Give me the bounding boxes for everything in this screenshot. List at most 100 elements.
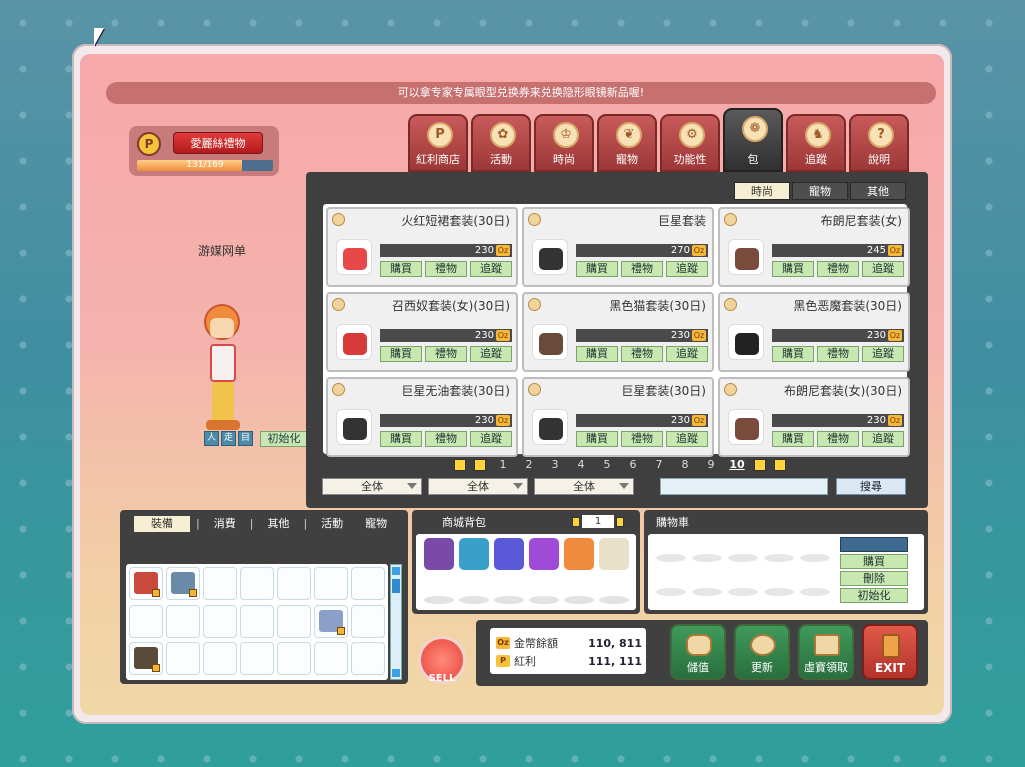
mall-bag-item[interactable] [564,538,594,570]
cart-slot[interactable] [764,554,794,562]
track-button[interactable]: 追蹤 [666,431,708,447]
mall-bag-item[interactable] [459,538,489,570]
cart-delete-button[interactable]: 刪除 [840,571,908,586]
track-button[interactable]: 追蹤 [666,261,708,277]
cart-slot[interactable] [656,554,686,562]
buy-button[interactable]: 購買 [576,431,618,447]
mall-bag-item[interactable] [599,538,629,570]
filter-select[interactable]: 全体 [534,478,634,495]
cart-slot[interactable] [800,554,830,562]
tab-6[interactable]: ❁ 包 [723,108,783,172]
scroll-down-icon[interactable] [392,669,400,677]
track-button[interactable]: 追蹤 [862,261,904,277]
charge-button[interactable]: 儲值 [670,624,726,680]
gift-button[interactable]: 禮物 [817,346,859,362]
page-link[interactable]: 7 [646,458,672,471]
exit-button[interactable]: EXIT [862,624,918,680]
inventory-slot[interactable] [277,642,311,676]
page-link[interactable]: 5 [594,458,620,471]
refresh-button[interactable]: 更新 [734,624,790,680]
inventory-slot[interactable] [166,567,200,600]
cart-slot[interactable] [800,588,830,596]
cart-slot[interactable] [764,588,794,596]
inventory-slot[interactable] [314,642,348,676]
prev-page-icon[interactable] [474,458,486,471]
gift-button[interactable]: 禮物 [817,261,859,277]
page-link[interactable]: 6 [620,458,646,471]
cart-reset-button[interactable]: 初始化 [840,588,908,603]
scroll-up-icon[interactable] [392,567,400,575]
subtab-3[interactable]: 其他 [850,182,906,200]
scroll-thumb[interactable] [392,579,400,593]
bag-prev-icon[interactable] [572,516,580,527]
track-button[interactable]: 追蹤 [470,261,512,277]
mall-bag-item[interactable] [494,538,524,570]
inventory-tab[interactable]: 消費 [206,516,244,532]
buy-button[interactable]: 購買 [772,261,814,277]
search-input[interactable] [660,478,828,495]
inventory-slot[interactable] [240,642,274,676]
first-page-icon[interactable] [454,458,466,471]
inventory-slot[interactable] [166,604,200,638]
page-link[interactable]: 10 [724,458,750,471]
inventory-slot[interactable] [351,642,385,676]
next-page-icon[interactable] [754,458,766,471]
redeem-button[interactable]: 虛寶領取 [798,624,854,680]
inventory-slot[interactable] [129,567,163,600]
tab-1[interactable]: P 紅利商店 [408,114,468,172]
gift-button[interactable]: 禮物 [621,431,663,447]
alice-gift-button[interactable]: 愛麗絲禮物 [173,132,263,154]
inventory-slot[interactable] [277,604,311,638]
tab-4[interactable]: ❦ 寵物 [597,114,657,172]
buy-button[interactable]: 購買 [576,346,618,362]
filter-select[interactable]: 全体 [322,478,422,495]
filter-select[interactable]: 全体 [428,478,528,495]
tab-3[interactable]: ♔ 時尚 [534,114,594,172]
inventory-tab[interactable]: 其他 [259,516,297,532]
cart-slot[interactable] [656,588,686,596]
track-button[interactable]: 追蹤 [666,346,708,362]
inventory-slot[interactable] [240,567,274,600]
gift-button[interactable]: 禮物 [425,261,467,277]
buy-button[interactable]: 購買 [380,346,422,362]
last-page-icon[interactable] [774,458,786,471]
page-link[interactable]: 1 [490,458,516,471]
tab-2[interactable]: ✿ 活動 [471,114,531,172]
cart-buy-button[interactable]: 購買 [840,554,908,569]
tab-5[interactable]: ⚙ 功能性 [660,114,720,172]
page-link[interactable]: 3 [542,458,568,471]
inventory-slot[interactable] [203,604,237,638]
tab-8[interactable]: ? 說明 [849,114,909,172]
inventory-slot[interactable] [240,604,274,638]
inventory-tab[interactable]: 裝備 [134,516,190,532]
mall-bag-item[interactable] [424,538,454,570]
buy-button[interactable]: 購買 [380,431,422,447]
inventory-slot[interactable] [351,604,385,638]
inventory-slot[interactable] [351,567,385,600]
inventory-slot[interactable] [129,642,163,676]
page-link[interactable]: 9 [698,458,724,471]
gift-button[interactable]: 禮物 [817,431,859,447]
buy-button[interactable]: 購買 [772,346,814,362]
inventory-slot[interactable] [203,567,237,600]
inventory-tab[interactable]: 寵物 [357,516,395,532]
subtab-1[interactable]: 時尚 [734,182,790,200]
view-icon[interactable]: 目 [238,431,253,446]
cart-slot[interactable] [692,588,722,596]
track-button[interactable]: 追蹤 [862,431,904,447]
mall-bag-item[interactable] [529,538,559,570]
sell-button[interactable]: SELL [418,636,466,684]
buy-button[interactable]: 購買 [576,261,618,277]
cart-slot[interactable] [728,588,758,596]
gift-button[interactable]: 禮物 [621,261,663,277]
subtab-2[interactable]: 寵物 [792,182,848,200]
inventory-slot[interactable] [129,604,163,638]
page-link[interactable]: 8 [672,458,698,471]
gift-button[interactable]: 禮物 [425,431,467,447]
gift-button[interactable]: 禮物 [621,346,663,362]
inventory-slot[interactable] [166,642,200,676]
buy-button[interactable]: 購買 [772,431,814,447]
buy-button[interactable]: 購買 [380,261,422,277]
cart-slot[interactable] [728,554,758,562]
inventory-slot[interactable] [314,604,348,638]
